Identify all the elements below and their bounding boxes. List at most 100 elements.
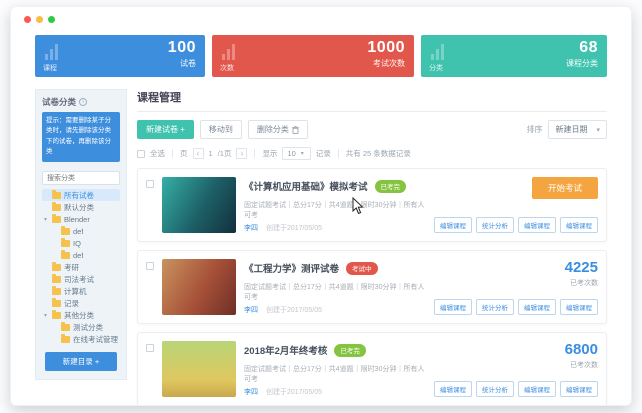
tree-item-6[interactable]: 考研 — [42, 261, 120, 273]
tree-item-12[interactable]: 在线考试管理 — [42, 333, 120, 345]
tree-item-label: def — [73, 251, 83, 260]
chevron-down-icon: ▾ — [301, 150, 306, 157]
course-mini-button[interactable]: 编辑课程 — [518, 217, 556, 233]
select-all-checkbox[interactable] — [137, 150, 145, 158]
course-thumbnail — [162, 259, 236, 315]
stat-label: 课程分类 — [566, 58, 598, 69]
page-total: /1页 — [218, 148, 232, 159]
tree-item-3[interactable]: def — [42, 225, 120, 237]
toolbar: 新建试卷 + 移动到 删除分类 排序 新建日期 ▾ — [137, 120, 607, 139]
stats-row: 100 试卷 课程 1000 考试次数 次数 68 课程分类 分类 — [35, 35, 607, 77]
course-mini-button[interactable]: 编辑课程 — [434, 299, 472, 315]
sort-select[interactable]: 新建日期 ▾ — [548, 120, 607, 139]
tree-item-label: 所有试卷 — [64, 190, 94, 201]
total-records-text: 共有 25 条数据记录 — [346, 148, 411, 159]
folder-icon — [52, 276, 61, 283]
tree-item-label: 其他分类 — [64, 310, 94, 321]
course-author[interactable]: 李四 — [244, 307, 258, 314]
caret-icon: ▾ — [44, 312, 49, 319]
course-actions: 编辑课程统计分析编辑课程编辑课程 — [434, 299, 598, 315]
course-card: 2018年2月年终考核 已考完 固定试题考试｜总分17分｜共4道题｜限时30分钟… — [137, 332, 607, 406]
new-paper-button[interactable]: 新建试卷 + — [137, 120, 194, 139]
folder-icon — [61, 336, 70, 343]
course-checkbox[interactable] — [146, 344, 154, 352]
tree-item-label: IQ — [73, 239, 81, 248]
stat-category: 课程 — [43, 63, 57, 73]
tree-item-5[interactable]: def — [42, 249, 120, 261]
tree-item-0[interactable]: 所有试卷 — [42, 189, 120, 201]
course-actions: 编辑课程统计分析编辑课程编辑课程 — [434, 381, 598, 397]
tree-item-7[interactable]: 司法考试 — [42, 273, 120, 285]
category-search-input[interactable] — [42, 171, 120, 185]
next-page-button[interactable]: › — [236, 148, 247, 159]
tree-item-2[interactable]: ▾Blender — [42, 213, 120, 225]
page-title: 课程管理 — [137, 89, 607, 112]
exam-count-label: 已考次数 — [565, 278, 598, 288]
course-checkbox[interactable] — [146, 262, 154, 270]
sidebar-title: 试卷分类 — [42, 96, 76, 108]
course-mini-button[interactable]: 统计分析 — [476, 217, 514, 233]
tree-item-10[interactable]: ▾ 其他分类 — [42, 309, 120, 321]
stat-label: 试卷 — [180, 58, 196, 69]
tree-item-label: 记录 — [64, 298, 79, 309]
tree-item-1[interactable]: 默认分类 — [42, 201, 120, 213]
course-mini-button[interactable]: 编辑课程 — [560, 381, 598, 397]
move-to-button[interactable]: 移动到 — [200, 120, 242, 139]
folder-icon — [52, 312, 61, 319]
exam-count: 4225 — [565, 260, 598, 275]
tree-item-label: 测试分类 — [73, 322, 103, 333]
course-mini-button[interactable]: 统计分析 — [476, 299, 514, 315]
tree-item-8[interactable]: 计算机 — [42, 285, 120, 297]
folder-icon — [61, 324, 70, 331]
course-mini-button[interactable]: 编辑课程 — [518, 299, 556, 315]
course-mini-button[interactable]: 编辑课程 — [518, 381, 556, 397]
tree-item-4[interactable]: IQ — [42, 237, 120, 249]
bar-chart-icon — [431, 44, 444, 60]
hint-tooltip: 提示：需要删除某子分类时，请先删除该分类下的试卷，再删除该分类 — [42, 112, 120, 162]
tree-item-label: def — [73, 227, 83, 236]
tree-item-label: 考研 — [64, 262, 79, 273]
caret-icon: ▾ — [44, 216, 49, 223]
page-size-select[interactable]: 10 ▾ — [282, 147, 310, 160]
stat-card-papers: 100 试卷 课程 — [35, 35, 205, 77]
start-exam-button[interactable]: 开始考试 — [532, 177, 598, 199]
course-checkbox[interactable] — [146, 180, 154, 188]
folder-icon — [52, 192, 61, 199]
exam-count-label: 已考次数 — [565, 360, 598, 370]
delete-category-button[interactable]: 删除分类 — [248, 120, 308, 139]
close-window-icon[interactable] — [24, 16, 31, 23]
delete-category-label: 删除分类 — [257, 124, 289, 135]
folder-icon — [61, 240, 70, 247]
bar-chart-icon — [45, 44, 58, 60]
course-meta: 固定试题考试｜总分17分｜共4道题｜限时30分钟｜所有人可考 — [244, 200, 426, 220]
course-author[interactable]: 李四 — [244, 225, 258, 232]
course-mini-button[interactable]: 统计分析 — [476, 381, 514, 397]
course-title[interactable]: 2018年2月年终考核 — [244, 343, 327, 357]
tree-item-label: 计算机 — [64, 286, 87, 297]
maximize-window-icon[interactable] — [48, 16, 55, 23]
folder-icon — [52, 264, 61, 271]
folder-icon — [52, 288, 61, 295]
folder-icon — [52, 300, 61, 307]
category-sidebar: 试卷分类 i 提示：需要删除某子分类时，请先删除该分类下的试卷，再删除该分类 所… — [35, 89, 127, 380]
course-title[interactable]: 《计算机应用基础》模拟考试 — [244, 179, 368, 193]
exam-count: 6800 — [565, 342, 598, 357]
show-label: 显示 — [262, 148, 277, 159]
page-size-value: 10 — [287, 149, 295, 158]
course-mini-button[interactable]: 编辑课程 — [434, 381, 472, 397]
stat-value: 1000 — [367, 39, 405, 57]
minimize-window-icon[interactable] — [36, 16, 43, 23]
tree-item-11[interactable]: 测试分类 — [42, 321, 120, 333]
new-folder-button[interactable]: 新建目录 + — [45, 352, 117, 371]
stat-category: 次数 — [220, 63, 234, 73]
course-mini-button[interactable]: 编辑课程 — [560, 217, 598, 233]
chevron-down-icon: ▾ — [596, 126, 600, 134]
course-title[interactable]: 《工程力学》测评试卷 — [244, 261, 339, 275]
info-icon[interactable]: i — [79, 98, 87, 106]
course-mini-button[interactable]: 编辑课程 — [560, 299, 598, 315]
stat-category: 分类 — [429, 63, 443, 73]
course-author[interactable]: 李四 — [244, 389, 258, 396]
prev-page-button[interactable]: ‹ — [193, 148, 204, 159]
course-mini-button[interactable]: 编辑课程 — [434, 217, 472, 233]
tree-item-9[interactable]: 记录 — [42, 297, 120, 309]
